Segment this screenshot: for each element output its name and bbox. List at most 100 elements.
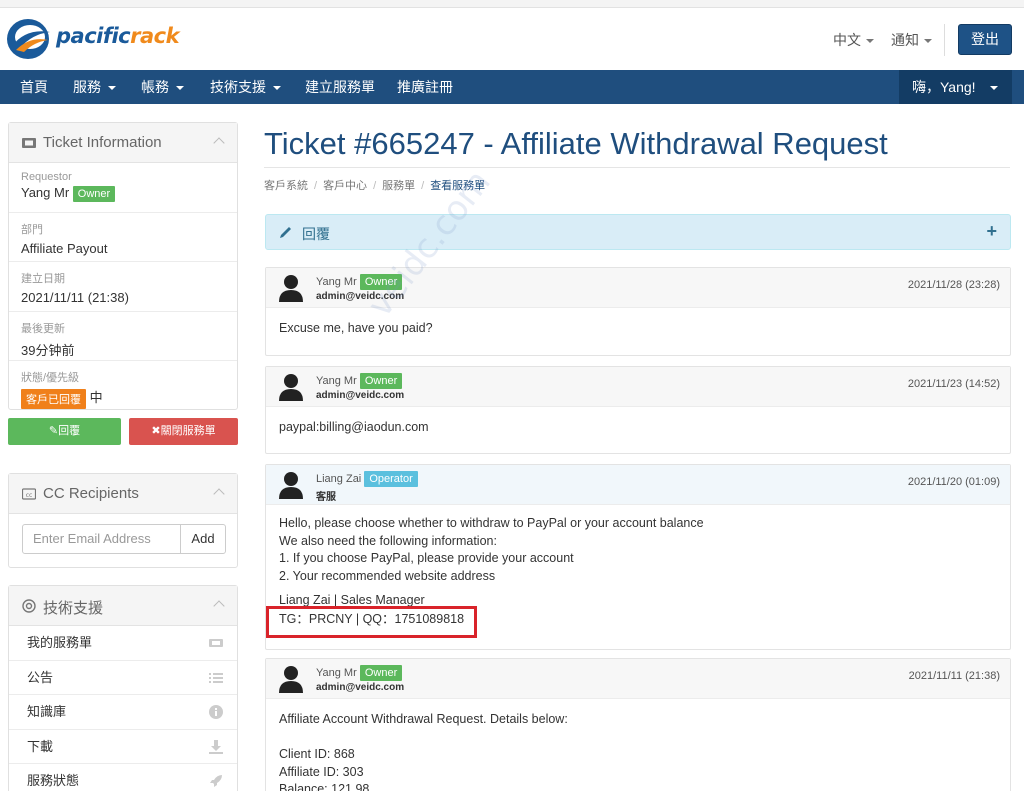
panel-title: 技術支援 — [43, 600, 104, 617]
message-email: admin@veidc.com — [316, 682, 405, 693]
message-header: Yang Mr Owner admin@veidc.com 2021/11/23… — [266, 367, 1010, 407]
support-my-tickets[interactable]: 我的服務單 — [9, 626, 237, 661]
message-author: Yang Mr — [316, 666, 357, 679]
cc-icon: cc — [22, 488, 36, 500]
reply-bar[interactable]: 回覆 + — [265, 214, 1011, 250]
cc-email-input[interactable]: Enter Email Address — [22, 524, 181, 554]
requestor-field: Requestor Yang Mr Owner — [9, 163, 237, 213]
ticket-icon — [22, 138, 36, 148]
cc-recipients-header[interactable]: cc CC Recipients — [9, 474, 237, 514]
pacificrack-logo[interactable]: pacificrack — [6, 16, 180, 62]
message-date: 2021/11/28 (23:28) — [907, 279, 1000, 291]
breadcrumb: 客戶系統 / 客戶中心 / 服務單 / 查看服務單 — [264, 180, 486, 192]
message-date: 2021/11/23 (14:52) — [907, 378, 1000, 390]
expand-plus-icon[interactable]: + — [986, 221, 997, 242]
message-author: Yang Mr — [316, 275, 357, 288]
cc-recipients-panel: cc CC Recipients Enter Email Address Add — [8, 473, 238, 568]
logout-button[interactable]: 登出 — [958, 24, 1012, 55]
ticket-message: Yang Mr Owner admin@veidc.com 2021/11/11… — [265, 658, 1011, 791]
ticket-message: Yang Mr Owner admin@veidc.com 2021/11/28… — [265, 267, 1011, 356]
user-avatar-icon — [279, 472, 303, 499]
nav-support[interactable]: 技術支援 — [210, 70, 281, 104]
pencil-icon — [280, 227, 291, 238]
breadcrumb-link[interactable]: 客戶中心 — [323, 180, 367, 192]
created-date-field: 建立日期 2021/11/11 (21:38) — [9, 262, 237, 312]
department-field: 部門 Affiliate Payout — [9, 213, 237, 262]
support-announcements[interactable]: 公告 — [9, 661, 237, 695]
support-header[interactable]: 技術支援 — [9, 586, 237, 626]
message-email: admin@veidc.com — [316, 390, 405, 401]
message-body: Affiliate Account Withdrawal Request. De… — [279, 712, 568, 791]
reply-bar-label: 回覆 — [302, 226, 330, 242]
caret-down-icon — [924, 39, 932, 44]
download-icon — [209, 739, 223, 754]
browser-top-strip — [0, 0, 1024, 8]
status-badge: 客戶已回覆 — [21, 388, 86, 409]
caret-down-icon — [176, 86, 184, 91]
nav-home[interactable]: 首頁 — [20, 70, 48, 104]
user-menu[interactable]: 嗨，Yang! — [899, 70, 1012, 104]
ticket-icon — [209, 639, 223, 647]
last-updated-field: 最後更新 39分钟前 — [9, 312, 237, 361]
message-header: Yang Mr Owner admin@veidc.com 2021/11/11… — [266, 659, 1010, 699]
owner-badge: Owner — [359, 274, 403, 290]
priority-value: 中 — [89, 390, 103, 405]
caret-down-icon — [866, 39, 874, 44]
support-knowledgebase[interactable]: 知識庫 — [9, 695, 237, 730]
breadcrumb-link[interactable]: 客戶系統 — [264, 180, 308, 192]
breadcrumb-link[interactable]: 服務單 — [382, 180, 415, 192]
chevron-up-icon[interactable] — [213, 488, 225, 500]
chevron-up-icon[interactable] — [213, 600, 225, 612]
message-email: admin@veidc.com — [316, 291, 405, 302]
message-body: paypal:billing@iaodun.com — [279, 420, 429, 434]
nav-affiliates[interactable]: 推廣註冊 — [397, 70, 453, 104]
main-navbar: 首頁 服務 帳務 技術支援 建立服務單 推廣註冊 嗨，Yang! — [0, 70, 1024, 104]
message-author: Liang Zai — [316, 472, 362, 485]
reply-button[interactable]: ✎回覆 — [8, 418, 121, 445]
list-icon — [209, 672, 223, 683]
cc-add-button[interactable]: Add — [180, 524, 226, 554]
status-priority-field: 狀態/優先級 客戶已回覆 中 — [9, 361, 237, 409]
close-icon: ✖ — [151, 425, 161, 437]
site-header: pacificrack 中文 通知 登出 — [0, 8, 1024, 70]
ticket-message: Yang Mr Owner admin@veidc.com 2021/11/23… — [265, 366, 1011, 454]
ticket-info-header[interactable]: Ticket Information — [9, 123, 237, 163]
notifications-dropdown[interactable]: 通知 — [891, 30, 932, 50]
owner-badge: Owner — [359, 373, 403, 389]
info-icon — [209, 705, 223, 719]
caret-down-icon — [989, 86, 998, 91]
message-date: 2021/11/20 (01:09) — [907, 476, 1000, 488]
language-dropdown[interactable]: 中文 — [833, 30, 874, 50]
requestor-name: Yang Mr — [21, 185, 70, 200]
rocket-icon — [210, 775, 222, 787]
nav-open-ticket[interactable]: 建立服務單 — [305, 70, 375, 104]
support-network-status[interactable]: 服務狀態 — [9, 764, 237, 791]
globe-icon — [22, 599, 36, 613]
caret-down-icon — [273, 86, 281, 91]
support-downloads[interactable]: 下載 — [9, 730, 237, 764]
pencil-icon: ✎ — [48, 425, 59, 437]
close-ticket-button[interactable]: ✖關閉服務單 — [129, 418, 238, 445]
caret-down-icon — [108, 86, 116, 91]
nav-billing[interactable]: 帳務 — [141, 70, 184, 104]
support-panel: 技術支援 我的服務單 公告 知識庫 下載 服務狀態 — [8, 585, 238, 791]
owner-badge: Owner — [72, 185, 116, 202]
message-author: Yang Mr — [316, 374, 357, 387]
message-header: Liang Zai Operator 客服 2021/11/20 (01:09) — [266, 465, 1010, 505]
title-divider — [264, 167, 1010, 168]
owner-badge: Owner — [359, 665, 403, 681]
operator-badge: Operator — [364, 471, 418, 487]
chevron-up-icon[interactable] — [213, 137, 225, 149]
panel-title: Ticket Information — [43, 134, 162, 151]
nav-services[interactable]: 服務 — [73, 70, 116, 104]
header-divider — [944, 24, 945, 56]
ticket-info-panel: Ticket Information Requestor Yang Mr Own… — [8, 122, 238, 410]
message-date: 2021/11/11 (21:38) — [908, 670, 1000, 682]
svg-text:cc: cc — [26, 492, 33, 499]
red-highlight-annotation — [266, 606, 477, 638]
message-role: 客服 — [316, 492, 336, 503]
user-avatar-icon — [279, 374, 303, 401]
message-body: Excuse me, have you paid? — [279, 321, 433, 335]
panel-title: CC Recipients — [43, 485, 139, 502]
logo-swoosh-icon — [7, 19, 50, 59]
